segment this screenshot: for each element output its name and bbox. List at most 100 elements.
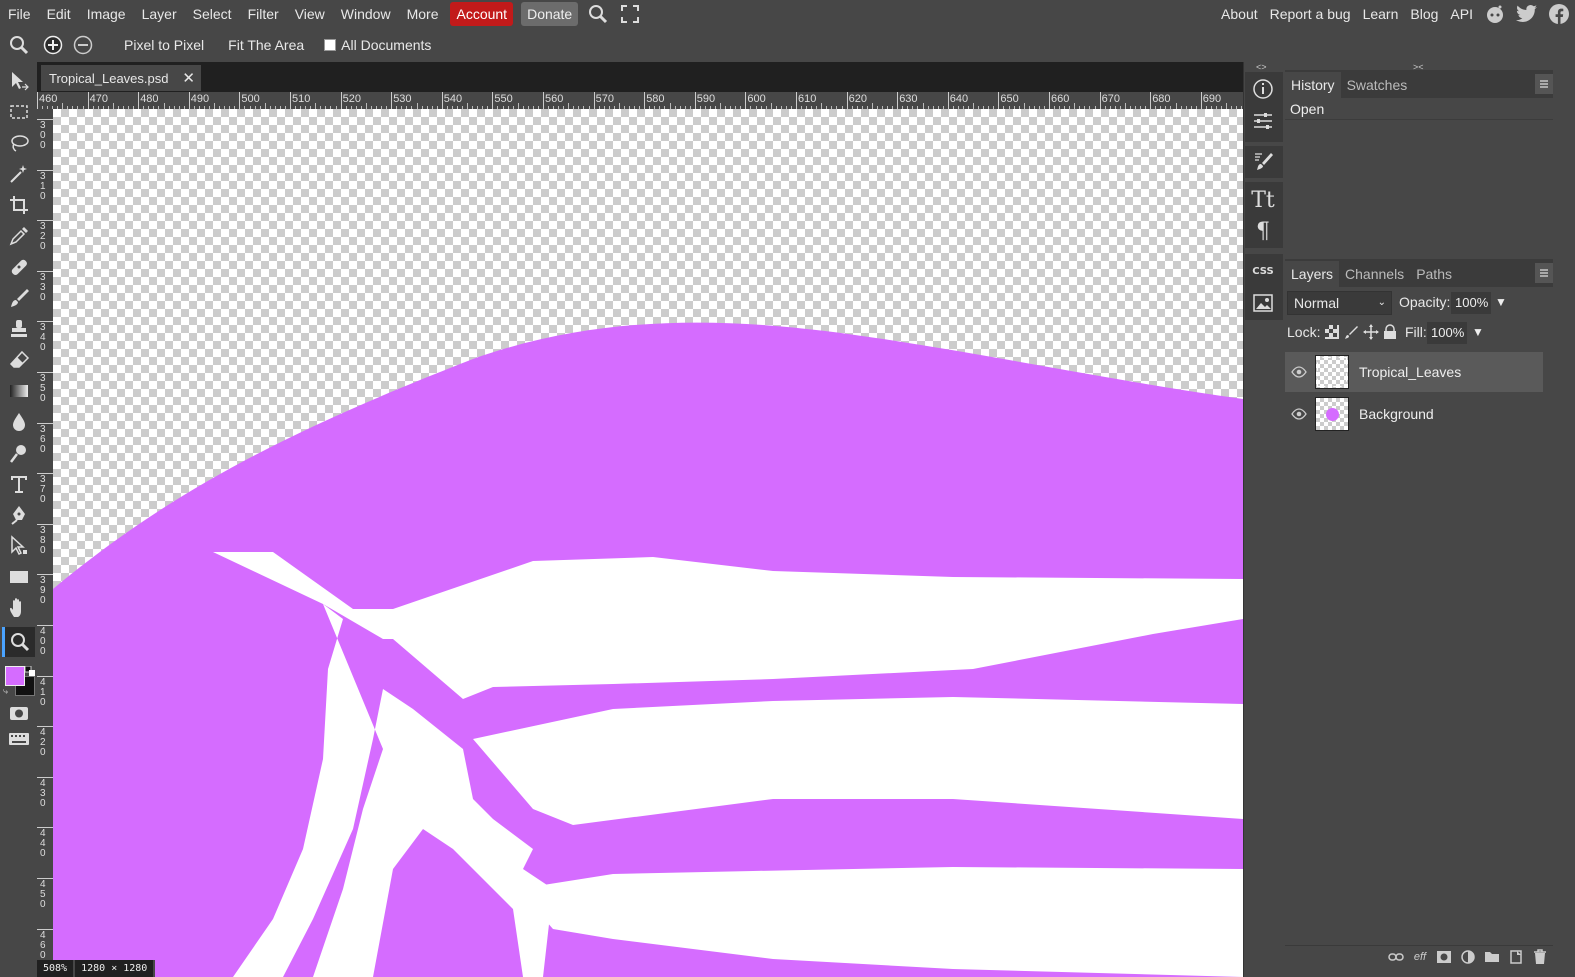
tab-history[interactable]: History (1285, 72, 1341, 98)
ruler-label: 680 (1152, 93, 1171, 105)
history-menu-icon[interactable] (1535, 74, 1553, 94)
eye-icon[interactable] (1285, 408, 1313, 420)
healing-brush-icon[interactable] (2, 252, 35, 282)
lock-pixels-icon[interactable] (1345, 325, 1359, 342)
ruler-tick (745, 92, 747, 109)
menu-edit[interactable]: Edit (39, 0, 79, 28)
tab-paths[interactable]: Paths (1410, 261, 1458, 287)
blend-mode-select[interactable]: Normal ⌄ (1287, 291, 1392, 315)
layer-row[interactable]: Background (1285, 394, 1543, 434)
foreground-color-swatch[interactable] (5, 666, 25, 686)
zoom-in-icon[interactable] (38, 31, 68, 59)
folder-icon[interactable] (1483, 948, 1501, 966)
type-tool-icon[interactable] (2, 469, 35, 499)
menu-window[interactable]: Window (333, 0, 399, 28)
menu-more[interactable]: More (399, 0, 447, 28)
menu-filter[interactable]: Filter (240, 0, 287, 28)
history-item[interactable]: Open (1285, 98, 1553, 120)
path-select-icon[interactable] (2, 531, 35, 561)
tab-swatches[interactable]: Swatches (1341, 72, 1414, 98)
eraser-icon[interactable] (2, 345, 35, 375)
paragraph-icon[interactable]: ¶ (1247, 216, 1279, 246)
brush-tool-icon[interactable] (2, 283, 35, 313)
donate-button[interactable]: Donate (521, 2, 579, 26)
collapse-toggle-icon[interactable]: <> (1256, 62, 1267, 72)
eye-icon[interactable] (1285, 366, 1313, 378)
learn-link[interactable]: Learn (1357, 6, 1405, 22)
tab-channels[interactable]: Channels (1339, 261, 1410, 287)
fit-area-button[interactable]: Fit The Area (216, 37, 316, 53)
menu-image[interactable]: Image (79, 0, 134, 28)
layers-menu-icon[interactable] (1535, 263, 1553, 283)
zoom-level[interactable]: 508% (37, 960, 76, 977)
fill-dropdown-icon[interactable]: ▼ (1472, 325, 1484, 339)
new-layer-icon[interactable] (1507, 948, 1525, 966)
css-icon[interactable]: CSS (1247, 256, 1279, 286)
ruler-label: 660 (1051, 93, 1070, 105)
facebook-icon[interactable] (1543, 0, 1575, 28)
layer-effects-icon[interactable]: eff (1411, 948, 1429, 966)
gradient-tool-icon[interactable] (2, 376, 35, 406)
ruler-tick (37, 523, 53, 525)
menu-view[interactable]: View (287, 0, 333, 28)
layer-mask-icon[interactable] (1435, 948, 1453, 966)
dodge-tool-icon[interactable] (2, 438, 35, 468)
adjustments-icon[interactable] (1247, 106, 1279, 136)
about-link[interactable]: About (1215, 6, 1264, 22)
checkbox-box[interactable] (324, 39, 337, 51)
ruler-label: 550 (494, 93, 513, 105)
close-tab-icon[interactable]: ✕ (182, 69, 195, 87)
menu-select[interactable]: Select (185, 0, 240, 28)
lasso-tool-icon[interactable] (2, 128, 35, 158)
zoom-tool-button[interactable] (2, 627, 35, 657)
twitter-icon[interactable] (1511, 0, 1543, 28)
api-link[interactable]: API (1444, 6, 1479, 22)
menu-file[interactable]: File (0, 0, 39, 28)
opacity-input[interactable]: 100% (1451, 292, 1491, 314)
opacity-dropdown-icon[interactable]: ▼ (1495, 295, 1507, 309)
info-icon[interactable] (1247, 74, 1279, 104)
link-layers-icon[interactable] (1387, 948, 1405, 966)
pixel-to-pixel-button[interactable]: Pixel to Pixel (112, 37, 216, 53)
blog-link[interactable]: Blog (1404, 6, 1444, 22)
ruler-tick (37, 726, 53, 728)
reddit-icon[interactable] (1479, 0, 1511, 28)
magic-wand-icon[interactable] (2, 159, 35, 189)
keyboard-icon[interactable] (2, 724, 35, 754)
clone-stamp-icon[interactable] (2, 314, 35, 344)
pen-tool-icon[interactable] (2, 500, 35, 530)
swap-colors-icon[interactable]: ⤷ (3, 686, 13, 696)
hand-tool-icon[interactable] (2, 593, 35, 623)
search-icon[interactable] (582, 0, 614, 28)
crop-tool-icon[interactable] (2, 190, 35, 220)
lock-position-icon[interactable] (1363, 324, 1379, 343)
document-tab[interactable]: Tropical_Leaves.psd ✕ (41, 65, 201, 91)
image-icon[interactable] (1247, 288, 1279, 318)
opacity-label: Opacity: (1399, 294, 1451, 310)
tab-layers[interactable]: Layers (1285, 261, 1340, 287)
report-bug-link[interactable]: Report a bug (1264, 6, 1357, 22)
zoom-out-icon[interactable] (68, 31, 98, 59)
marquee-tool-icon[interactable] (2, 97, 35, 127)
fullscreen-icon[interactable] (614, 0, 646, 28)
rectangle-tool-icon[interactable] (2, 562, 35, 592)
lock-all-icon[interactable] (1383, 324, 1397, 343)
account-button[interactable]: Account (450, 2, 514, 26)
all-documents-checkbox[interactable]: All Documents (324, 37, 431, 53)
eyedropper-icon[interactable] (2, 221, 35, 251)
default-colors-icon[interactable] (24, 664, 35, 676)
horizontal-ruler: 460 470 480 490 500 510 520 530 540 550 560 570 580 5… (37, 92, 1248, 109)
brush-settings-icon[interactable] (1247, 146, 1279, 176)
adjustment-layer-icon[interactable] (1459, 948, 1477, 966)
menu-layer[interactable]: Layer (134, 0, 185, 28)
layer-row[interactable]: Tropical_Leaves (1285, 352, 1543, 392)
character-icon[interactable]: Tt (1247, 185, 1279, 215)
blur-tool-icon[interactable] (2, 407, 35, 437)
lock-transparency-icon[interactable] (1325, 325, 1339, 342)
ruler-label: 570 (595, 93, 614, 105)
fill-input[interactable]: 100% (1427, 322, 1467, 344)
color-swatches[interactable]: ⤷ (3, 664, 37, 700)
delete-layer-icon[interactable] (1531, 948, 1549, 966)
move-tool-icon[interactable] (2, 66, 35, 96)
canvas[interactable] (53, 109, 1243, 977)
